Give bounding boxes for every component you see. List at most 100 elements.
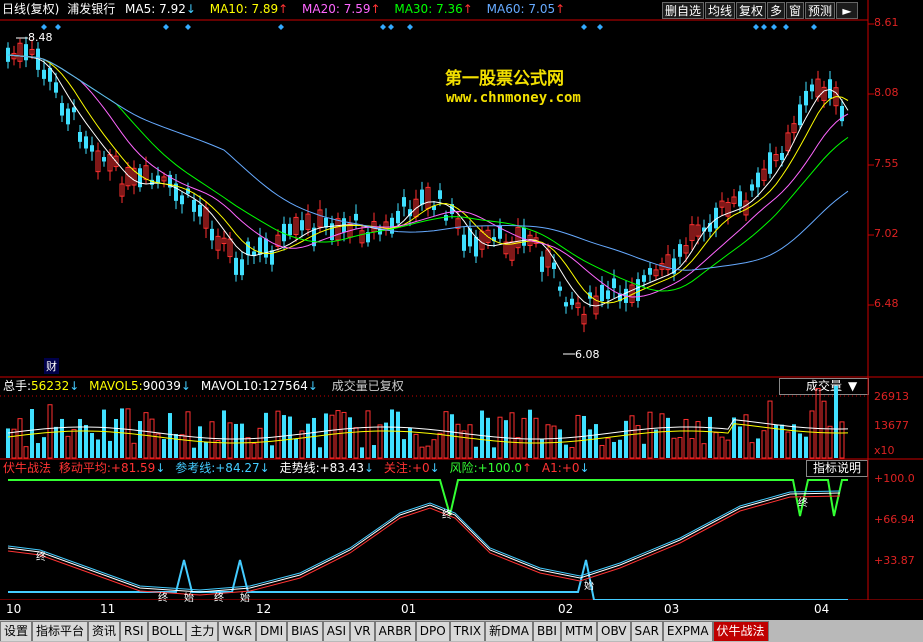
- diamond-marker: [185, 24, 191, 30]
- candle-body: [462, 234, 466, 251]
- candle-body: [798, 104, 802, 126]
- tab-18[interactable]: SAR: [630, 621, 663, 641]
- volume-bar: [155, 433, 161, 459]
- volume-bar: [467, 424, 473, 459]
- volume-bar: [671, 437, 677, 459]
- reference-line: [7, 490, 841, 591]
- tab-8[interactable]: BIAS: [287, 621, 323, 641]
- volume-bar: [509, 412, 515, 459]
- volume-bar: [767, 400, 773, 459]
- diamond-marker: [55, 24, 61, 30]
- volume-bar: [540, 439, 544, 458]
- candle-body: [378, 229, 382, 235]
- tab-11[interactable]: ARBR: [374, 621, 416, 641]
- volume-axis-label: 13677: [874, 419, 909, 432]
- tab-7[interactable]: DMI: [255, 621, 288, 641]
- candle-body: [198, 204, 202, 217]
- volume-bar: [149, 418, 155, 459]
- volume-bar: [804, 436, 808, 458]
- tab-4[interactable]: BOLL: [147, 621, 187, 641]
- volume-chart: [0, 378, 923, 460]
- volume-bar: [689, 438, 695, 459]
- volume-bar: [294, 438, 298, 458]
- candle-body: [738, 191, 742, 207]
- ma5-line: [7, 54, 849, 307]
- candle-body: [828, 79, 832, 99]
- tab-1[interactable]: 指标平台: [32, 621, 89, 641]
- tab-12[interactable]: DPO: [415, 621, 450, 641]
- volume-bar: [198, 426, 202, 458]
- volume-bar: [785, 431, 791, 459]
- signal-marker: 终: [158, 593, 168, 604]
- tab-16[interactable]: MTM: [560, 621, 597, 641]
- tab-19[interactable]: EXPMA: [662, 621, 713, 641]
- signal-marker: 始: [184, 593, 194, 604]
- volume-bar: [329, 414, 335, 459]
- price-axis-label: 8.61: [874, 16, 899, 29]
- volume-bar: [131, 442, 137, 459]
- volume-bar: [60, 418, 64, 458]
- volume-bar: [114, 418, 118, 458]
- candle-body: [600, 284, 604, 302]
- volume-bar: [515, 437, 521, 459]
- volume-bar: [402, 439, 406, 458]
- risk-line: [8, 479, 848, 517]
- tab-20[interactable]: 伏牛战法: [712, 621, 769, 641]
- volume-bar: [659, 413, 665, 459]
- tab-9[interactable]: ASI: [322, 621, 351, 641]
- candle-body: [210, 228, 214, 241]
- volume-bar: [84, 424, 88, 458]
- tab-3[interactable]: RSI: [120, 621, 148, 641]
- volume-bar: [23, 446, 29, 459]
- volume-bar: [588, 429, 592, 458]
- candle-body: [84, 136, 88, 149]
- volume-bar: [455, 423, 461, 459]
- tab-13[interactable]: TRIX: [449, 621, 486, 641]
- volume-bar: [42, 437, 46, 458]
- volume-bar: [821, 400, 827, 459]
- volume-bar: [65, 435, 71, 459]
- volume-bar: [605, 437, 611, 459]
- candle-body: [636, 279, 640, 301]
- volume-bar: [138, 421, 142, 458]
- volume-bar: [341, 411, 347, 459]
- candle-body: [750, 184, 754, 191]
- candle-body: [264, 238, 268, 258]
- volume-bar: [474, 446, 478, 458]
- volume-axis-label: 26913: [874, 390, 909, 403]
- tab-0[interactable]: 设置: [0, 621, 33, 641]
- candle-body: [180, 195, 184, 205]
- volume-bar: [725, 439, 731, 459]
- tab-2[interactable]: 资讯: [88, 621, 121, 641]
- candle-body: [570, 298, 574, 305]
- tab-14[interactable]: 新DMA: [485, 621, 533, 641]
- volume-bar: [365, 410, 371, 459]
- volume-bar: [839, 421, 845, 459]
- volume-bar: [774, 425, 778, 458]
- date-axis-label: 03: [664, 602, 680, 616]
- tab-10[interactable]: VR: [350, 621, 375, 641]
- candle-body: [648, 268, 652, 275]
- volume-bar: [545, 424, 551, 459]
- financial-marker[interactable]: 财: [44, 358, 59, 374]
- volume-bar: [629, 415, 635, 459]
- candle-body: [444, 215, 448, 221]
- volume-bar: [78, 418, 82, 458]
- volume-bar: [582, 415, 586, 458]
- volume-bar: [251, 442, 257, 459]
- volume-bar: [654, 429, 658, 458]
- watermark-title: 第一股票公式网: [445, 69, 564, 89]
- volume-bar: [96, 439, 100, 458]
- volume-bar: [564, 444, 568, 458]
- tab-5[interactable]: 主力: [186, 621, 219, 641]
- tab-17[interactable]: OBV: [597, 621, 631, 641]
- tab-15[interactable]: BBI: [532, 621, 561, 641]
- volume-bar: [738, 426, 742, 458]
- signal-marker: 终: [214, 593, 224, 604]
- volume-bar: [533, 417, 539, 459]
- candle-body: [42, 69, 46, 79]
- volume-bar: [647, 411, 653, 459]
- volume-bar: [749, 442, 755, 459]
- high-price-annotation: 8.48: [28, 31, 53, 44]
- tab-6[interactable]: W&R: [218, 621, 256, 641]
